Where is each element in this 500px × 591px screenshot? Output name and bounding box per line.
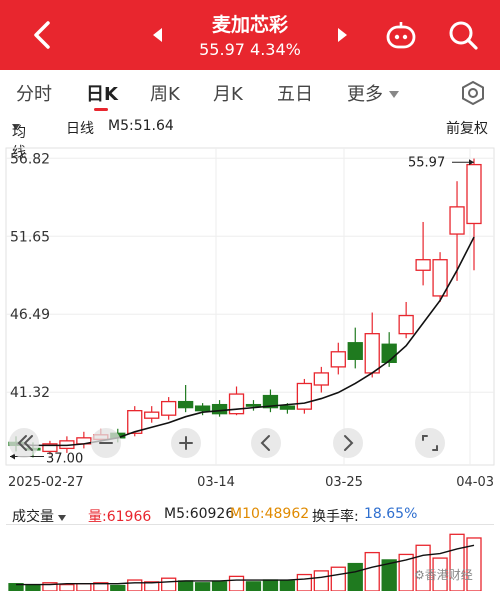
rewind-icon[interactable] [9, 428, 39, 458]
tab-intraday[interactable]: 分时 [16, 80, 52, 106]
scroll-left-icon[interactable] [251, 428, 281, 458]
volume-m5: M5:60926 [164, 506, 235, 522]
tab-weekly-k[interactable]: 周K [150, 80, 180, 106]
candle-body [398, 314, 414, 335]
chart-frame [5, 147, 495, 466]
volume-bar [110, 584, 126, 591]
stock-quote: 55.97 4.34% [0, 40, 500, 59]
volume-bar [194, 582, 211, 591]
candle-body [177, 400, 194, 409]
volume-bar [296, 573, 313, 591]
period-tabs: 分时 日K 周K 月K 五日 更多 [0, 70, 500, 114]
next-stock-icon[interactable] [336, 26, 350, 44]
volume-bar [161, 577, 177, 591]
min-price-label: 37.00 [46, 451, 83, 466]
turnover-label: 换手率: [312, 509, 359, 525]
dropdown-triangle-icon [58, 515, 67, 521]
candle-body [330, 351, 346, 368]
candle-body [211, 403, 228, 415]
volume-bar [347, 562, 363, 591]
dropdown-triangle-icon [388, 91, 399, 98]
tab-monthly-k[interactable]: 月K [213, 80, 243, 106]
fullscreen-icon[interactable] [415, 428, 445, 458]
assistant-robot-icon[interactable] [384, 18, 418, 52]
candle-body [381, 343, 397, 364]
zoom-out-icon[interactable] [91, 428, 121, 458]
volume-bar [177, 580, 194, 591]
x-tick-label: 03-25 [325, 475, 363, 490]
adjust-mode[interactable]: 前复权 [446, 118, 488, 138]
candle-body [144, 411, 160, 419]
candle-body [313, 372, 329, 386]
watermark: ⚙香港财经 [414, 568, 473, 582]
stock-change-pct: 4.34% [250, 40, 301, 59]
candle-body [415, 259, 431, 271]
chart-info-row: 均线 日线 M5:51.64 前复权 [0, 114, 500, 161]
y-tick-label: 56.82 [10, 151, 50, 167]
candle-body [364, 333, 380, 374]
volume-bar [262, 579, 279, 591]
candle-body [161, 400, 177, 416]
ma-type-selector[interactable]: 均线 [12, 118, 26, 161]
y-tick-label: 51.65 [10, 229, 50, 245]
volume-bar [59, 583, 75, 591]
settings-hexagon-icon[interactable] [460, 80, 486, 106]
max-price-label: 55.97 [408, 155, 445, 170]
active-tab-indicator [94, 108, 108, 111]
stock-price: 55.97 [199, 40, 245, 59]
x-tick-label: 03-14 [197, 475, 235, 490]
tab-five-day[interactable]: 五日 [277, 80, 313, 106]
candle-body [194, 405, 211, 412]
candle-body [347, 342, 363, 360]
tab-more-label: 更多 [347, 84, 383, 105]
volume-bar [313, 570, 329, 591]
y-tick-label: 41.32 [10, 385, 50, 401]
candle-body [228, 393, 245, 415]
volume-label: 成交量 [12, 509, 54, 525]
y-tick-label: 46.49 [10, 307, 50, 323]
tab-daily-k[interactable]: 日K [86, 80, 118, 106]
volume-bar [76, 583, 92, 591]
volume-value: 量:61966 [88, 509, 152, 525]
candle-body [245, 403, 262, 407]
volume-bar [127, 579, 143, 591]
candle-body [279, 405, 296, 410]
period-label: 日线 [66, 121, 94, 137]
volume-indicator-selector[interactable]: 成交量 [12, 506, 67, 526]
ma5-line [15, 236, 475, 447]
candle-body [466, 163, 482, 225]
scroll-right-icon[interactable] [333, 428, 363, 458]
stock-name: 麦加芯彩 [211, 14, 288, 36]
x-tick-label: 04-03 [456, 475, 494, 490]
ma5-value: M5:51.64 [108, 118, 174, 134]
volume-panel: 成交量 量:61966 M5:60926 M10:48962 换手率: 18.6… [0, 500, 500, 591]
volume-bar [330, 566, 346, 591]
volume-bar [245, 581, 262, 591]
stock-header: 麦加芯彩 55.97 4.34% [0, 0, 500, 70]
candle-body [449, 206, 465, 235]
volume-bar [364, 551, 380, 591]
candlestick-chart[interactable]: 56.82 51.65 46.49 41.32 55.97 37.00 2025-02-27… [0, 140, 500, 500]
search-icon[interactable] [446, 18, 480, 52]
zoom-in-icon[interactable] [171, 428, 201, 458]
volume-m10: M10:48962 [230, 506, 310, 522]
candle-body [296, 382, 313, 410]
tab-more[interactable]: 更多 [347, 80, 399, 106]
volume-bar [25, 584, 41, 591]
turnover-value: 18.65% [364, 506, 418, 522]
volume-bar [228, 575, 245, 591]
volume-bar [211, 581, 228, 591]
x-tick-label: 2025-02-27 [8, 475, 84, 490]
volume-bar [279, 580, 296, 591]
